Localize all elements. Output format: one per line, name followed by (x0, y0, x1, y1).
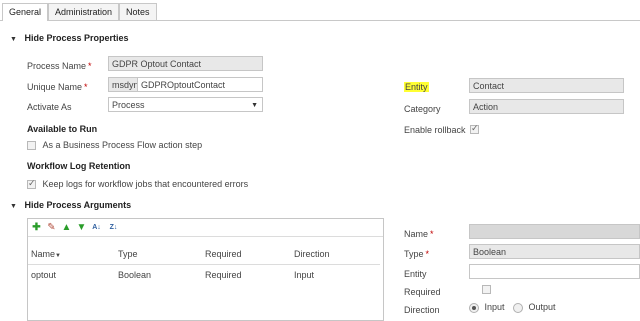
section-title: Hide Process Properties (24, 33, 129, 43)
row-required: Required (205, 270, 242, 280)
process-arguments-header[interactable]: ▼ Hide Process Arguments (10, 200, 131, 210)
enable-rollback-label: Enable rollback (404, 125, 466, 135)
move-down-icon[interactable]: ▼ (76, 222, 87, 233)
arg-direction-label: Direction (404, 305, 440, 315)
category-field: Action (469, 99, 624, 114)
arg-type-label: Type * (404, 249, 430, 259)
entity-field: Contact (469, 78, 624, 93)
business-process-flow-checkbox[interactable] (27, 141, 36, 151)
category-label: Category (404, 104, 441, 114)
keep-logs-option[interactable]: Keep logs for workflow jobs that encount… (27, 178, 248, 190)
tab-administration[interactable]: Administration (48, 3, 120, 20)
column-header-type[interactable]: Type (118, 249, 138, 259)
required-asterisk: * (84, 82, 88, 92)
available-to-run-title: Available to Run (27, 124, 98, 134)
arg-type-field[interactable]: Boolean (469, 244, 640, 259)
arguments-toolbar: ✚ ✎ ▲ ▼ A↓ Z↓ (28, 219, 383, 237)
business-process-flow-option[interactable]: As a Business Process Flow action step (27, 140, 202, 151)
add-icon[interactable]: ✚ (31, 222, 42, 233)
arg-entity-label: Entity (404, 269, 427, 279)
tab-notes[interactable]: Notes (119, 3, 157, 20)
row-type: Boolean (118, 270, 152, 280)
entity-label: Entity (404, 82, 429, 92)
direction-output-radio[interactable] (513, 302, 523, 313)
sort-arrow-icon: ▼ (55, 253, 61, 259)
tab-bar: General Administration Notes (0, 0, 640, 21)
tab-general[interactable]: General (2, 3, 49, 21)
process-properties-header[interactable]: ▼ Hide Process Properties (10, 33, 129, 43)
unique-name-label: Unique Name * (27, 82, 88, 92)
required-asterisk: * (425, 249, 430, 259)
collapse-caret-icon[interactable]: ▼ (10, 203, 17, 210)
arg-required-checkbox[interactable] (481, 285, 491, 295)
process-name-field[interactable]: GDPR Optout Contact (108, 56, 263, 71)
table-row[interactable]: optout Boolean Required Input (28, 264, 380, 320)
arg-entity-field[interactable] (469, 264, 640, 279)
column-header-direction[interactable]: Direction (294, 249, 330, 259)
required-asterisk: * (88, 61, 92, 71)
arg-name-field[interactable] (469, 224, 640, 239)
activate-as-select[interactable]: Process ▼ (108, 97, 263, 112)
direction-input-radio[interactable] (469, 302, 479, 313)
unique-name-prefix: msdyn_ (108, 77, 144, 92)
required-asterisk: * (430, 229, 434, 239)
row-name: optout (31, 270, 57, 280)
section-title: Hide Process Arguments (24, 200, 132, 210)
edit-icon[interactable]: ✎ (46, 222, 57, 233)
arg-name-label: Name * (404, 229, 434, 239)
sort-descending-icon[interactable]: Z↓ (108, 222, 119, 233)
sort-ascending-icon[interactable]: A↓ (91, 222, 102, 233)
direction-input-option[interactable]: Input (469, 302, 505, 313)
column-header-required[interactable]: Required (205, 249, 242, 259)
direction-output-option[interactable]: Output (513, 302, 556, 313)
move-up-icon[interactable]: ▲ (61, 222, 72, 233)
chevron-down-icon: ▼ (251, 102, 258, 109)
process-name-label: Process Name * (27, 61, 92, 71)
column-header-name[interactable]: Name▼ (31, 249, 61, 259)
enable-rollback-checkbox[interactable] (470, 123, 479, 135)
row-direction: Input (294, 270, 315, 280)
keep-logs-checkbox[interactable] (27, 178, 36, 190)
collapse-caret-icon[interactable]: ▼ (10, 36, 17, 43)
arguments-grid: ✚ ✎ ▲ ▼ A↓ Z↓ Name▼ Type Required Direct… (27, 218, 384, 321)
activate-as-label: Activate As (27, 102, 72, 112)
unique-name-field[interactable]: GDPROptoutContact (137, 77, 263, 92)
arg-required-label: Required (404, 287, 441, 297)
workflow-log-title: Workflow Log Retention (27, 161, 131, 171)
